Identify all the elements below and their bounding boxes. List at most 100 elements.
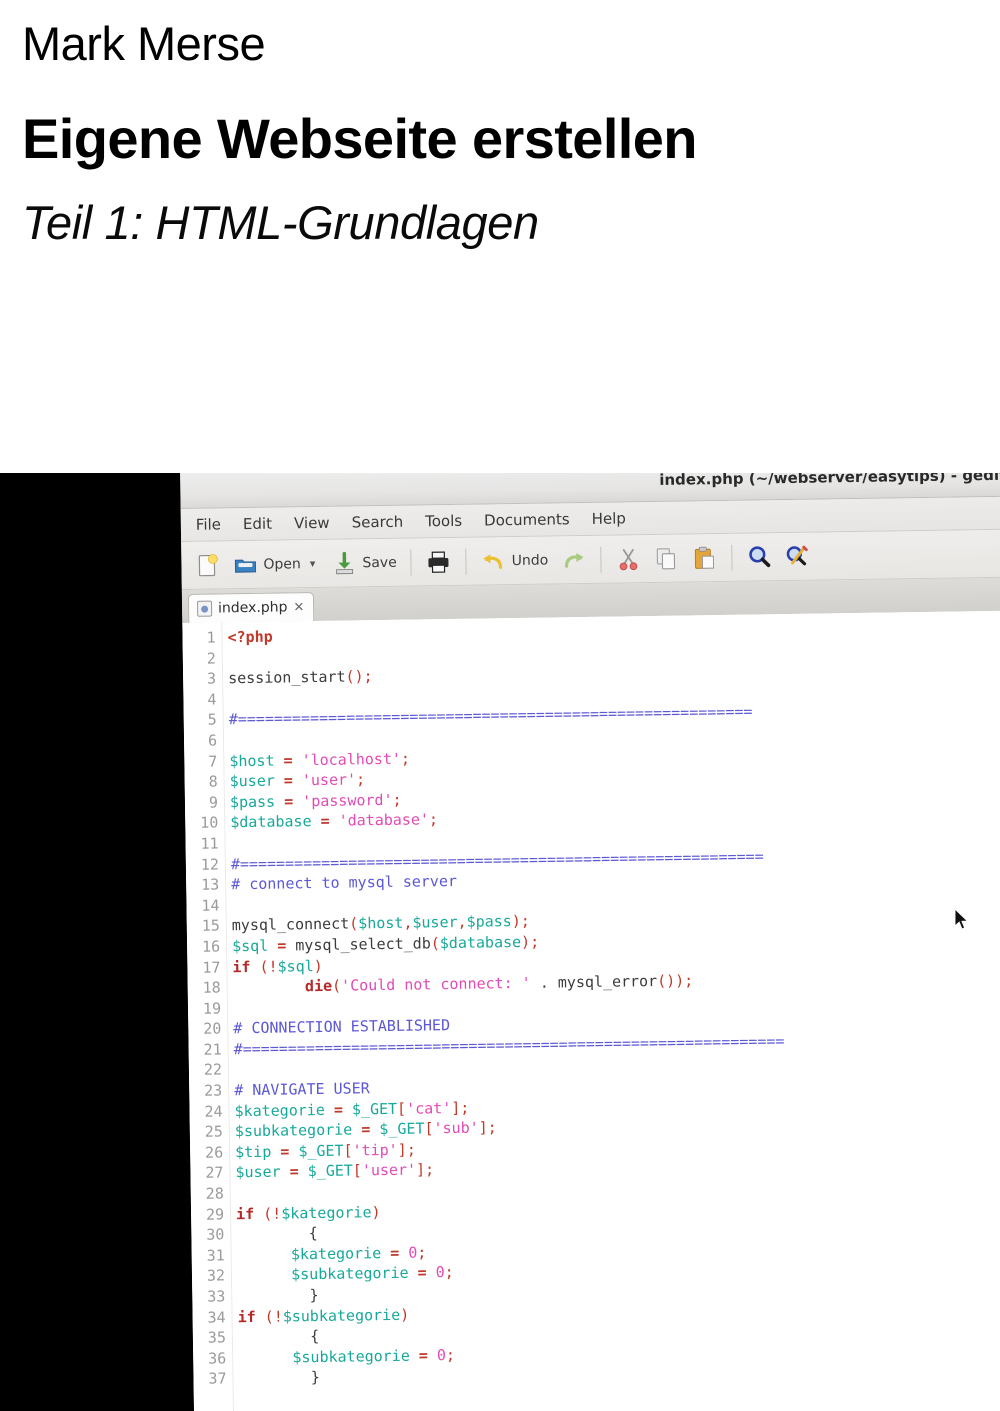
code-token: mysql_select_db [295,934,431,955]
code-token: $pass [466,912,512,932]
code-token: # connect to mysql server [231,872,458,894]
print-button[interactable] [421,545,457,578]
code-token: 0 [408,1243,418,1262]
code-surface[interactable]: <?php session_start(); #================… [222,610,1000,1411]
code-token: $subkategorie [234,1120,353,1141]
undo-button[interactable]: Undo [476,544,554,577]
menu-file[interactable]: File [185,513,232,536]
paste-button[interactable] [686,541,722,574]
code-token: } [237,1286,319,1306]
code-token: $database [439,932,522,953]
cut-button[interactable] [610,543,646,576]
undo-button-label: Undo [511,552,549,569]
code-token: ; [400,749,411,768]
line-number: 6 [207,731,218,750]
code-token: $_GET [351,1099,398,1119]
code-token: $_GET [307,1161,354,1181]
code-token: $sql [231,936,269,956]
code-token: (! [263,1204,282,1223]
book-subtitle: Teil 1: HTML-Grundlagen [22,196,539,250]
open-dropdown-icon[interactable]: ▾ [306,557,320,570]
code-token: $tip [235,1142,272,1162]
line-number: 2 [206,649,216,668]
line-number: 25 [204,1122,223,1141]
code-token: 'localhost' [301,749,402,769]
line-number: 26 [204,1143,224,1162]
menu-help[interactable]: Help [580,507,637,530]
code-token: ); [511,912,530,931]
code-token: $kategorie [234,1100,325,1120]
line-number: 12 [200,854,220,874]
code-token: . [530,973,558,992]
tab-index-php[interactable]: index.php ✕ [187,592,315,623]
line-number: 16 [201,937,221,956]
copy-button[interactable] [648,542,684,575]
replace-button[interactable] [779,540,815,573]
find-button[interactable] [741,541,777,574]
code-token: (); [345,667,373,686]
line-number: 27 [205,1163,224,1183]
close-icon[interactable]: ✕ [293,600,304,615]
code-token: 'sub' [433,1118,479,1138]
line-number: 7 [208,752,218,771]
code-token: 'user' [361,1161,417,1180]
line-number: 22 [203,1060,223,1080]
toolbar-divider [410,549,412,576]
save-button-label: Save [362,554,397,571]
code-token: $kategorie [281,1202,372,1223]
open-button[interactable]: Open ▾ [227,547,324,580]
copy-icon [653,545,679,571]
new-document-icon [194,552,220,578]
line-number: 30 [206,1225,225,1244]
new-document-button[interactable] [189,549,225,582]
code-token: ; [444,1263,454,1282]
redo-button[interactable] [555,543,591,576]
code-editor[interactable]: 1 2 3 4 5 6 7 8 9 10 11 12 13 14 15 16 17 18 19 20 21 22 23 24 2… [182,610,1000,1411]
line-number: 36 [208,1349,227,1368]
menu-view[interactable]: View [283,512,341,535]
line-number: 23 [204,1081,223,1100]
menu-documents[interactable]: Documents [473,508,581,532]
line-number: 32 [206,1266,226,1286]
code-token: $user [412,913,458,932]
code-token: $user [229,771,275,791]
php-file-icon [196,600,213,617]
code-token: = [418,1346,428,1365]
line-number: 24 [204,1102,223,1121]
line-number: 9 [208,793,219,812]
code-token: $kategorie [290,1243,382,1264]
line-number: 29 [205,1205,225,1224]
code-token: # NAVIGATE USER [234,1079,370,1100]
code-token: { [237,1327,320,1347]
code-token: 'database' [338,810,430,831]
menu-tools[interactable]: Tools [414,510,473,533]
replace-icon [784,543,810,569]
toolbar-divider [600,546,602,573]
code-token: ( [430,934,440,953]
code-token: { [236,1224,318,1244]
toolbar-divider [731,544,733,571]
screenshot-band: index.php (~/webserver/easytips) - gedit… [0,473,1000,1411]
code-token: ]; [478,1118,497,1137]
line-number: 4 [207,690,217,709]
redo-icon [560,546,586,572]
code-token: session_start [228,667,346,688]
page-title: Eigene Webseite erstellen [22,106,698,170]
line-number: 3 [206,669,217,688]
menu-search[interactable]: Search [340,511,414,534]
code-token: (! [259,957,278,976]
code-token: $_GET [379,1119,425,1139]
menu-edit[interactable]: Edit [232,512,283,535]
line-number: 18 [202,978,221,997]
save-button[interactable]: Save [326,546,402,579]
code-token: } [238,1368,320,1388]
code-token: ) [313,956,323,975]
